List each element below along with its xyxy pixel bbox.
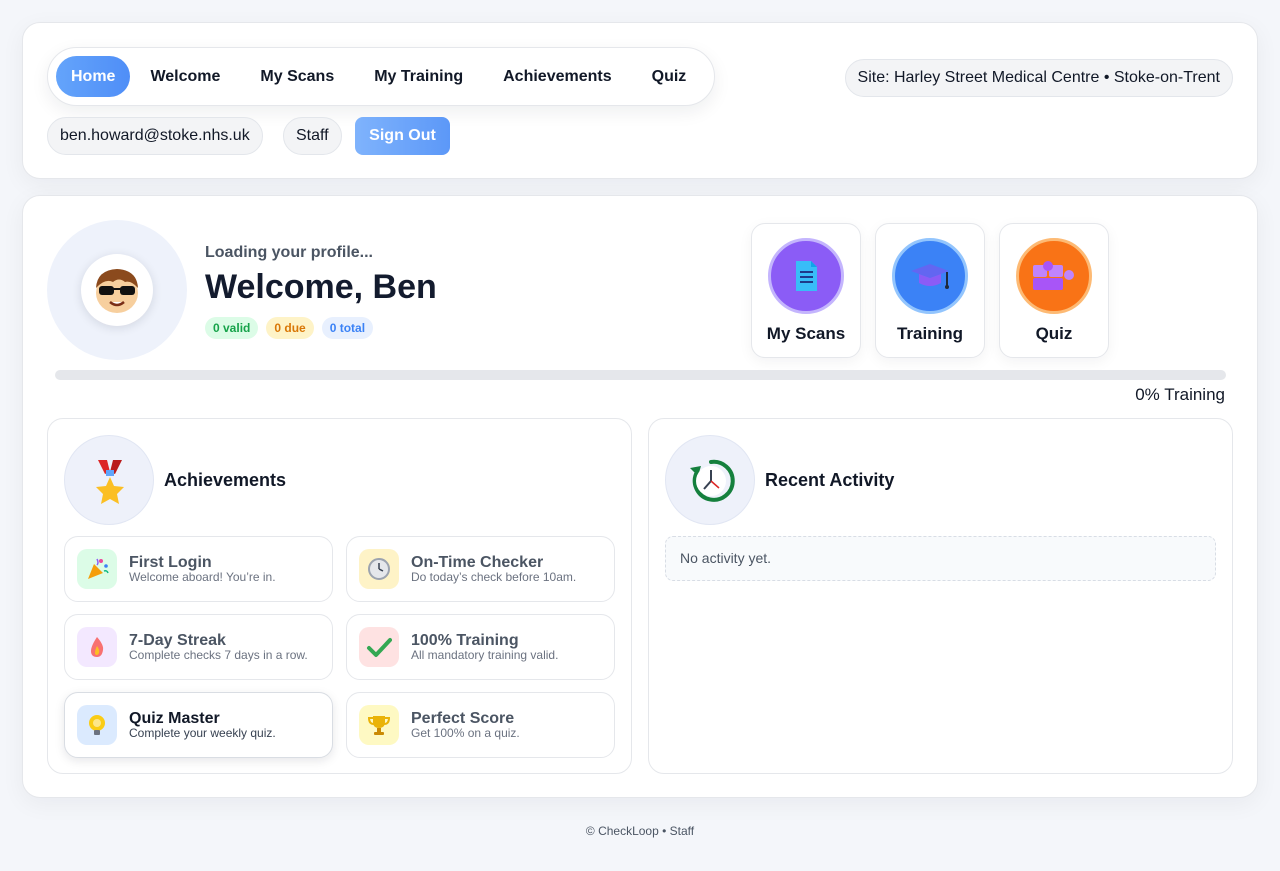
achievement-desc: Complete checks 7 days in a row.	[129, 648, 308, 662]
nav-my-scans[interactable]: My Scans	[240, 56, 354, 97]
lightbulb-icon	[89, 715, 105, 735]
valid-badge: 0 valid	[205, 317, 259, 339]
achievement-7-day-streak: 7-Day Streak Complete checks 7 days in a…	[64, 614, 333, 680]
quick-link-label: Quiz	[1035, 324, 1073, 343]
achievement-desc: Welcome aboard! You’re in.	[129, 570, 276, 584]
quick-link-training[interactable]: Training	[875, 223, 985, 358]
trophy-icon	[367, 716, 391, 735]
due-badge: 0 due	[266, 317, 314, 339]
total-badge: 0 total	[321, 317, 374, 339]
nav-welcome[interactable]: Welcome	[130, 56, 240, 97]
page-title: Welcome, Ben	[205, 268, 437, 306]
dashboard-card: Loading your profile... Welcome, Ben 0 v…	[22, 195, 1258, 798]
quick-link-quiz[interactable]: Quiz	[999, 223, 1109, 358]
main-nav: Home Welcome My Scans My Training Achiev…	[47, 47, 716, 106]
quick-link-label: My Scans	[766, 324, 846, 343]
achievement-desc: Get 100% on a quiz.	[411, 726, 520, 740]
nav-my-training[interactable]: My Training	[354, 56, 483, 97]
achievement-quiz-master: Quiz Master Complete your weekly quiz.	[64, 692, 333, 758]
training-status-badges: 0 valid 0 due 0 total	[205, 317, 374, 339]
achievement-first-login: First Login Welcome aboard! You’re in.	[64, 536, 333, 602]
top-bar: Home Welcome My Scans My Training Achiev…	[22, 22, 1258, 179]
footer: © CheckLoop • Staff	[585, 824, 695, 838]
flame-icon	[91, 637, 104, 657]
site-badge: Site: Harley Street Medical Centre • Sto…	[844, 59, 1233, 97]
achievement-desc: Complete your weekly quiz.	[129, 726, 276, 740]
medal-icon	[96, 460, 124, 504]
recent-activity-panel: Recent Activity No activity yet.	[648, 418, 1233, 774]
nav-quiz[interactable]: Quiz	[632, 56, 707, 97]
sign-out-button[interactable]: Sign Out	[355, 117, 450, 155]
clock-icon	[368, 558, 390, 580]
achievement-100-training: 100% Training All mandatory training val…	[346, 614, 615, 680]
history-clock-icon	[690, 459, 735, 502]
user-email: ben.howard@stoke.nhs.uk	[47, 117, 263, 155]
achievement-on-time-checker: On-Time Checker Do today’s check before …	[346, 536, 615, 602]
avatar	[47, 220, 187, 360]
user-role-badge: Staff	[283, 117, 342, 155]
graduation-cap-icon	[911, 264, 949, 289]
training-progress-bar	[55, 370, 1226, 380]
puzzle-icon	[1033, 261, 1074, 290]
achievements-title: Achievements	[164, 470, 287, 490]
recent-activity-title: Recent Activity	[765, 470, 895, 490]
document-icon	[796, 261, 817, 291]
nav-home[interactable]: Home	[56, 56, 131, 97]
achievement-desc: Do today’s check before 10am.	[411, 570, 577, 584]
nav-achievements[interactable]: Achievements	[483, 56, 632, 97]
quick-link-my-scans[interactable]: My Scans	[751, 223, 861, 358]
achievement-desc: All mandatory training valid.	[411, 648, 559, 662]
achievement-perfect-score: Perfect Score Get 100% on a quiz.	[346, 692, 615, 758]
activity-empty-state: No activity yet.	[665, 536, 1216, 581]
party-popper-icon	[88, 558, 109, 579]
loading-status: Loading your profile...	[205, 244, 373, 261]
achievements-panel: Achievements First Login Welcome aboard!…	[47, 418, 632, 774]
checkmark-icon	[367, 638, 392, 657]
training-progress-label: 0% Training	[1135, 385, 1225, 404]
quick-link-label: Training	[896, 324, 964, 343]
cartoon-face-sunglasses-icon	[96, 269, 138, 313]
